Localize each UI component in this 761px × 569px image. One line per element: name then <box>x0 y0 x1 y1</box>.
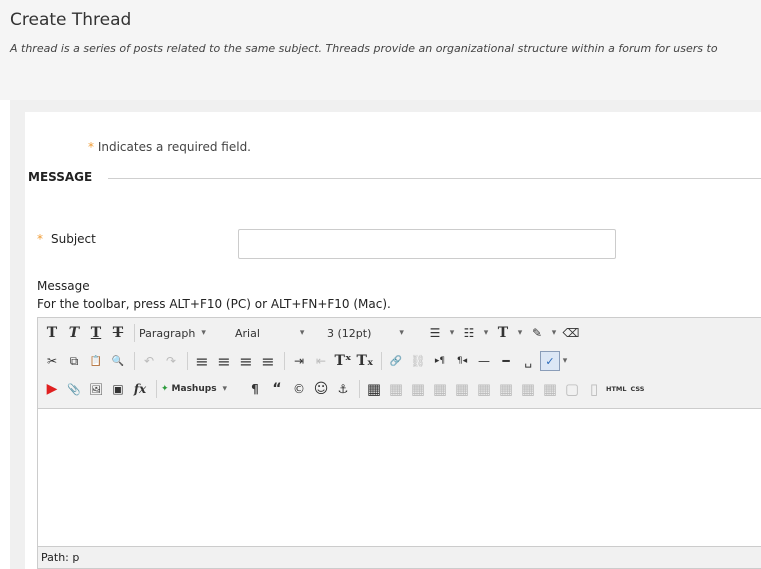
undo-icon[interactable]: ↶ <box>139 351 159 371</box>
section-divider <box>108 178 761 179</box>
chevron-down-icon: ▾ <box>399 328 404 338</box>
align-right-icon[interactable]: ≡ <box>236 351 256 371</box>
italic-button[interactable]: T <box>64 323 84 343</box>
toolbar-separator <box>187 352 188 370</box>
html-button[interactable]: HTML <box>606 385 626 393</box>
rich-text-editor: T T T T Paragraph ▾ Arial ▾ 3 (12pt) ▾ ☰ ▾ … <box>37 317 761 569</box>
editor-toolbar: T T T T Paragraph ▾ Arial ▾ 3 (12pt) ▾ ☰ ▾ … <box>38 318 761 409</box>
delete-col-icon[interactable]: ▦ <box>540 379 560 399</box>
toolbar-separator <box>381 352 382 370</box>
mashups-dropdown[interactable]: ✦ Mashups ▾ <box>161 380 239 398</box>
insert-row-after-icon[interactable]: ▦ <box>452 379 472 399</box>
horizontal-line-icon[interactable]: ━ <box>496 351 516 371</box>
format-dropdown-value: Paragraph <box>139 326 196 340</box>
format-dropdown[interactable]: Paragraph ▾ <box>139 324 229 342</box>
table-cell-props-icon[interactable]: ▦ <box>408 379 428 399</box>
font-dropdown-value: Arial <box>235 326 260 340</box>
highlight-icon[interactable]: ✎ <box>527 323 547 343</box>
table-row-props-icon[interactable]: ▦ <box>386 379 406 399</box>
page-header: Create Thread A thread is a series of po… <box>0 0 761 100</box>
required-star-icon: * <box>37 232 43 246</box>
rtl-icon[interactable]: ¶◂ <box>452 351 472 371</box>
outdent-icon[interactable]: ⇤ <box>311 351 331 371</box>
chevron-down-icon: ▾ <box>299 328 305 338</box>
search-icon[interactable]: 🔍 <box>108 351 128 371</box>
align-left-icon[interactable]: ≡ <box>192 351 212 371</box>
blockquote-icon[interactable]: “ <box>267 379 287 399</box>
required-note-text: Indicates a required field. <box>97 140 251 154</box>
editor-path-statusbar: Path: p <box>38 546 761 568</box>
unlink-icon[interactable]: ⛓ <box>408 351 428 371</box>
horizontal-rule-icon[interactable]: — <box>474 351 494 371</box>
subject-label-text: Subject <box>51 232 96 246</box>
page-title: Create Thread <box>10 10 132 30</box>
text-color-icon[interactable]: T <box>493 323 513 343</box>
merge-cells-icon[interactable]: ▯ <box>584 379 604 399</box>
chevron-down-icon[interactable]: ▾ <box>447 323 457 343</box>
paste-icon[interactable]: 📋 <box>86 351 106 371</box>
mashups-label: Mashups <box>171 384 217 394</box>
subscript-icon[interactable]: Tₓ <box>355 351 375 371</box>
indent-icon[interactable]: ⇥ <box>289 351 309 371</box>
split-cells-icon[interactable]: ▢ <box>562 379 582 399</box>
underline-button[interactable]: T <box>86 323 106 343</box>
size-dropdown[interactable]: 3 (12pt) ▾ <box>327 324 419 342</box>
ltr-icon[interactable]: ▸¶ <box>430 351 450 371</box>
toolbar-separator <box>134 352 135 370</box>
spellcheck-icon[interactable]: ✓ <box>540 351 560 371</box>
subject-input[interactable] <box>238 229 616 259</box>
strikethrough-button[interactable]: T <box>108 323 128 343</box>
required-star-icon: * <box>88 140 94 154</box>
toolbar-separator <box>359 380 360 398</box>
css-button[interactable]: CSS <box>630 385 644 393</box>
message-label: Message <box>37 279 90 293</box>
font-dropdown[interactable]: Arial ▾ <box>235 324 321 342</box>
toolbar-separator <box>284 352 285 370</box>
copyright-icon[interactable]: © <box>289 379 309 399</box>
paragraph-mark-icon[interactable]: ¶ <box>245 379 265 399</box>
anchor-icon[interactable]: ⚓ <box>333 379 353 399</box>
align-center-icon[interactable]: ≡ <box>214 351 234 371</box>
page-description: A thread is a series of posts related to… <box>10 42 718 55</box>
mashups-icon: ✦ <box>161 384 169 394</box>
required-field-note: * Indicates a required field. <box>88 140 251 154</box>
superscript-icon[interactable]: Tˣ <box>333 351 353 371</box>
bullet-list-icon[interactable]: ☰ <box>425 323 445 343</box>
copy-icon[interactable]: ⧉ <box>64 351 84 371</box>
insert-col-before-icon[interactable]: ▦ <box>496 379 516 399</box>
insert-table-icon[interactable]: ▦ <box>364 379 384 399</box>
toolbar-separator <box>156 380 157 398</box>
youtube-icon[interactable]: ▶ <box>42 379 62 399</box>
nonbreaking-space-icon[interactable]: ␣ <box>518 351 538 371</box>
insert-image-icon[interactable]: 🖼 <box>86 379 106 399</box>
bold-button[interactable]: T <box>42 323 62 343</box>
chevron-down-icon[interactable]: ▾ <box>560 351 570 371</box>
chevron-down-icon: ▾ <box>222 384 228 394</box>
cut-icon[interactable]: ✂ <box>42 351 62 371</box>
insert-row-before-icon[interactable]: ▦ <box>430 379 450 399</box>
numbered-list-icon[interactable]: ☷ <box>459 323 479 343</box>
eraser-icon[interactable]: ⌫ <box>561 323 581 343</box>
toolbar-hint: For the toolbar, press ALT+F10 (PC) or A… <box>37 297 391 311</box>
insert-col-after-icon[interactable]: ▦ <box>518 379 538 399</box>
justify-icon[interactable]: ≡ <box>258 351 278 371</box>
subject-label: * Subject <box>37 232 96 246</box>
emoticon-icon[interactable]: ☺ <box>311 379 331 399</box>
attach-file-icon[interactable]: 📎 <box>64 379 84 399</box>
chevron-down-icon[interactable]: ▾ <box>549 323 559 343</box>
toolbar-separator <box>134 324 135 342</box>
size-dropdown-value: 3 (12pt) <box>327 326 372 340</box>
chevron-down-icon: ▾ <box>201 328 206 338</box>
formula-icon[interactable]: fx <box>130 379 150 399</box>
redo-icon[interactable]: ↷ <box>161 351 181 371</box>
link-icon[interactable]: 🔗 <box>386 351 406 371</box>
chevron-down-icon[interactable]: ▾ <box>515 323 525 343</box>
editor-content-area[interactable] <box>38 409 761 546</box>
delete-row-icon[interactable]: ▦ <box>474 379 494 399</box>
chevron-down-icon[interactable]: ▾ <box>481 323 491 343</box>
section-title-message: MESSAGE <box>28 170 93 184</box>
insert-media-icon[interactable]: ▣ <box>108 379 128 399</box>
